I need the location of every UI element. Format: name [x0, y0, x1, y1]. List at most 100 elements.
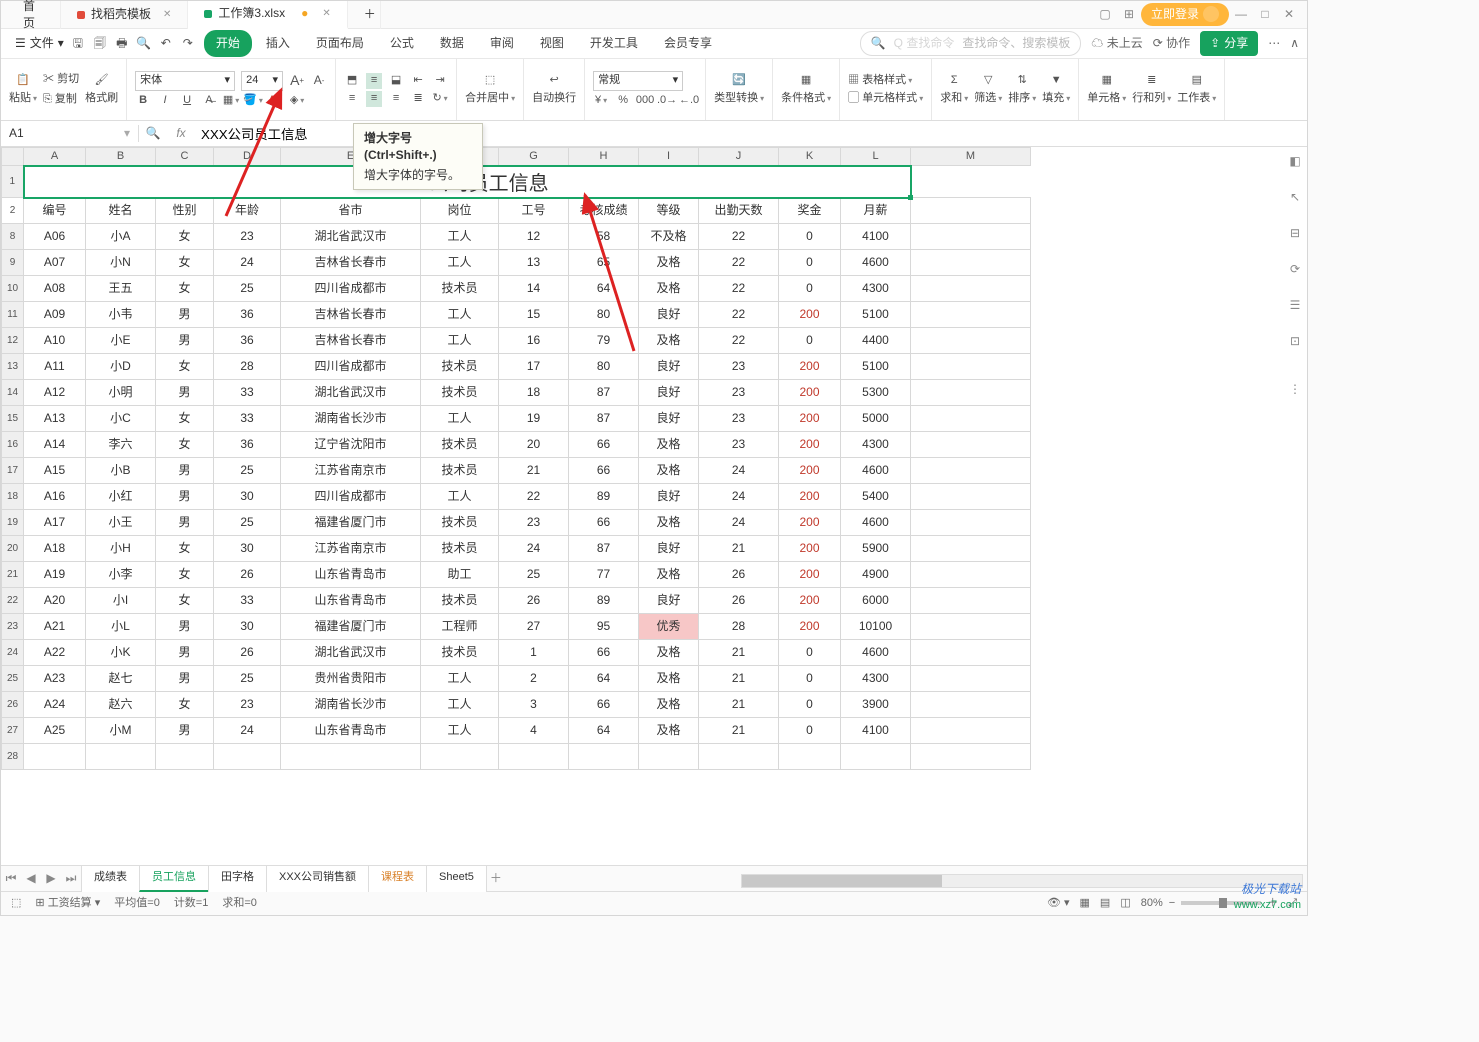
sheet-tab[interactable]: XXX公司销售额 [266, 865, 369, 891]
row-header[interactable]: 18 [2, 484, 24, 510]
row-header[interactable]: 22 [2, 588, 24, 614]
cell[interactable]: 64 [569, 666, 639, 692]
cell[interactable]: 女 [156, 224, 214, 250]
cell[interactable]: 200 [779, 562, 841, 588]
cell[interactable]: A12 [24, 380, 86, 406]
cell[interactable]: 200 [779, 432, 841, 458]
cell[interactable]: 助工 [421, 562, 499, 588]
table-header[interactable]: 等级 [639, 198, 699, 224]
sheet-first-button[interactable]: ⏮ [1, 870, 21, 887]
col-header[interactable]: J [699, 148, 779, 166]
cell[interactable] [841, 744, 911, 770]
sheet-last-button[interactable]: ⏭ [61, 870, 81, 887]
cell[interactable]: 小K [86, 640, 156, 666]
cell[interactable]: 技术员 [421, 510, 499, 536]
cell[interactable] [569, 744, 639, 770]
cell[interactable]: 33 [214, 380, 281, 406]
cond-format-button[interactable]: ▦条件格式 [781, 73, 831, 106]
cell[interactable]: 江苏省南京市 [281, 458, 421, 484]
cell[interactable]: 女 [156, 276, 214, 302]
cell[interactable]: 男 [156, 328, 214, 354]
collapse-ribbon-icon[interactable]: ∧ [1290, 35, 1299, 52]
cell[interactable]: 23 [699, 406, 779, 432]
fx-icon[interactable]: fx [173, 126, 189, 142]
cell[interactable]: 26 [699, 562, 779, 588]
paste-button[interactable]: 📋粘贴 [9, 73, 37, 106]
cell[interactable]: A15 [24, 458, 86, 484]
cell[interactable]: 及格 [639, 562, 699, 588]
cell[interactable]: A10 [24, 328, 86, 354]
row-header[interactable]: 2 [2, 198, 24, 224]
tab-home[interactable]: 首页 [7, 1, 61, 29]
cell[interactable]: 36 [214, 432, 281, 458]
cell[interactable]: 5100 [841, 354, 911, 380]
cell[interactable]: A09 [24, 302, 86, 328]
table-header[interactable]: 奖金 [779, 198, 841, 224]
cell[interactable]: 四川省成都市 [281, 354, 421, 380]
cell[interactable]: 女 [156, 588, 214, 614]
menu-tab-5[interactable]: 审阅 [478, 30, 526, 57]
fill-button[interactable]: ▼填充 [1042, 73, 1070, 106]
col-header[interactable]: H [569, 148, 639, 166]
row-header[interactable]: 27 [2, 718, 24, 744]
file-menu[interactable]: ☰ 文件 ▾ [9, 31, 70, 56]
number-format-select[interactable]: 常规▾ [593, 71, 683, 91]
col-header[interactable]: B [86, 148, 156, 166]
cell[interactable]: 22 [499, 484, 569, 510]
cell[interactable]: 技术员 [421, 588, 499, 614]
cell[interactable]: 200 [779, 406, 841, 432]
align-left-button[interactable]: ≡ [344, 91, 360, 107]
cell[interactable]: 2 [499, 666, 569, 692]
cell[interactable]: 0 [779, 692, 841, 718]
sheet-tab[interactable]: 田字格 [208, 865, 267, 891]
cell[interactable]: 4600 [841, 640, 911, 666]
cell[interactable]: 0 [779, 224, 841, 250]
cell[interactable]: 四川省成都市 [281, 484, 421, 510]
side-select-icon[interactable]: ↖ [1284, 186, 1306, 208]
cell[interactable]: 小H [86, 536, 156, 562]
cell[interactable]: 19 [499, 406, 569, 432]
maximize-button[interactable]: □ [1253, 5, 1277, 25]
cell[interactable]: 20 [499, 432, 569, 458]
cell[interactable]: 33 [214, 406, 281, 432]
cell[interactable]: 李六 [86, 432, 156, 458]
cell[interactable]: 36 [214, 302, 281, 328]
add-sheet-button[interactable]: ＋ [486, 870, 506, 887]
side-collapse-icon[interactable]: ⊡ [1284, 330, 1306, 352]
cell[interactable]: 21 [499, 458, 569, 484]
cell[interactable]: 湖北省武汉市 [281, 224, 421, 250]
cell[interactable]: A17 [24, 510, 86, 536]
menu-tab-4[interactable]: 数据 [428, 30, 476, 57]
cell[interactable]: 25 [499, 562, 569, 588]
cell[interactable]: 26 [214, 640, 281, 666]
cell[interactable]: 13 [499, 250, 569, 276]
cell[interactable]: 良好 [639, 380, 699, 406]
dec-decimal-button[interactable]: ←.0 [681, 93, 697, 109]
col-header[interactable]: L [841, 148, 911, 166]
cell[interactable]: 湖北省武汉市 [281, 640, 421, 666]
align-middle-button[interactable]: ≡ [366, 73, 382, 89]
row-header[interactable]: 19 [2, 510, 24, 536]
font-color-button[interactable]: A [267, 93, 283, 109]
cell[interactable]: 女 [156, 432, 214, 458]
table-header[interactable]: 出勤天数 [699, 198, 779, 224]
row-header[interactable]: 23 [2, 614, 24, 640]
cell[interactable]: A11 [24, 354, 86, 380]
row-header[interactable]: 25 [2, 666, 24, 692]
view-break-icon[interactable]: ◫ [1120, 896, 1130, 911]
saveas-icon[interactable]: 🗐 [92, 35, 108, 52]
cell[interactable]: 21 [699, 718, 779, 744]
cell[interactable]: 80 [569, 302, 639, 328]
preview-icon[interactable]: 🔍 [136, 35, 152, 52]
cell[interactable]: 赵六 [86, 692, 156, 718]
cell[interactable]: 福建省厦门市 [281, 614, 421, 640]
cell[interactable]: 山东省青岛市 [281, 718, 421, 744]
cell[interactable]: 66 [569, 510, 639, 536]
cell[interactable]: 200 [779, 614, 841, 640]
cell[interactable]: 0 [779, 250, 841, 276]
cell[interactable]: 25 [214, 458, 281, 484]
cell[interactable]: 女 [156, 536, 214, 562]
cell[interactable]: 200 [779, 380, 841, 406]
cell[interactable]: 小N [86, 250, 156, 276]
cell[interactable]: 良好 [639, 354, 699, 380]
